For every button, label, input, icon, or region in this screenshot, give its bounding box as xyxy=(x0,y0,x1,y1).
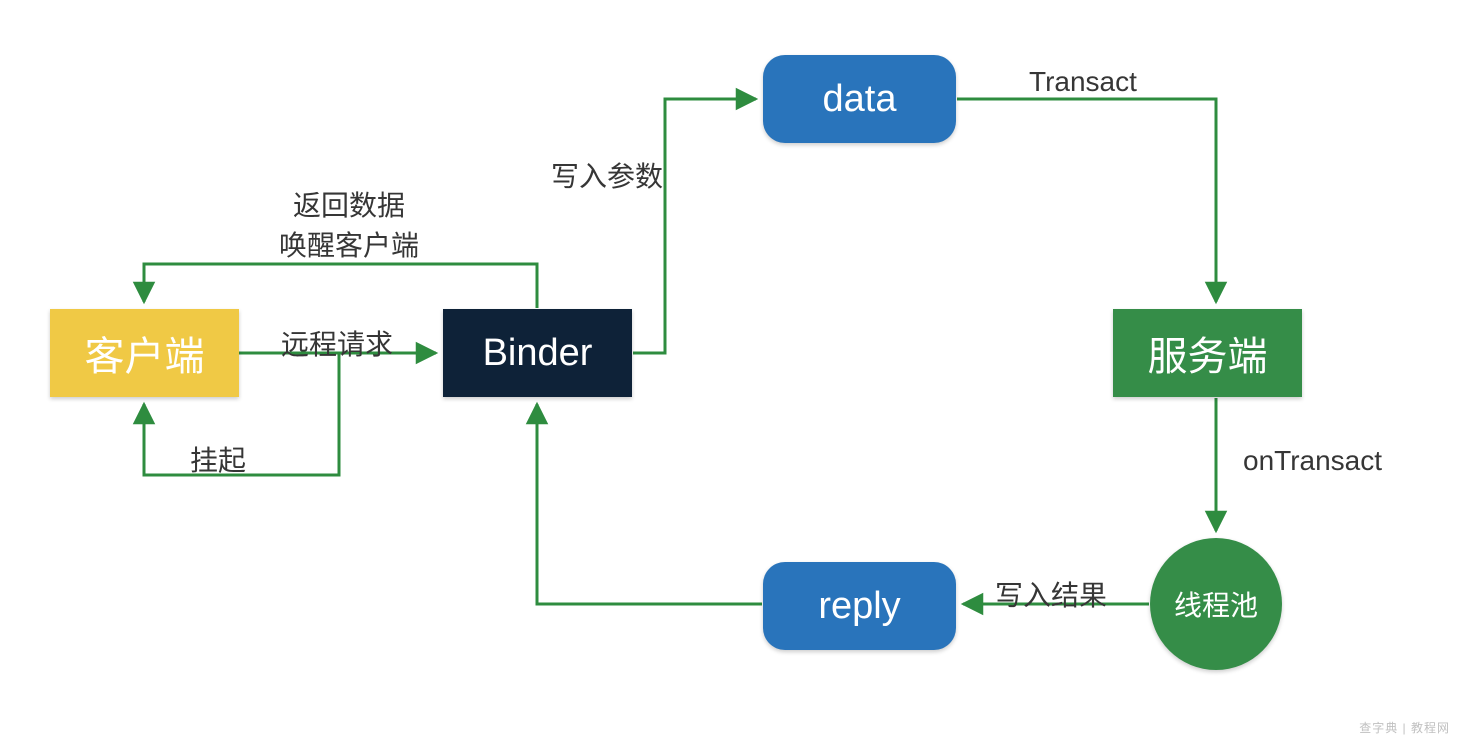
node-client: 客户端 xyxy=(50,309,239,397)
watermark: 查字典 | 教程网 xyxy=(1359,719,1450,736)
label-write-params: 写入参数 xyxy=(551,155,663,195)
arrow-write-params xyxy=(633,99,756,353)
node-reply: reply xyxy=(763,562,956,650)
node-threadpool: 线程池 xyxy=(1150,538,1282,670)
label-on-transact: onTransact xyxy=(1243,445,1382,477)
arrow-transact xyxy=(957,99,1216,302)
arrow-reply-to-binder xyxy=(537,404,762,604)
node-binder-label: Binder xyxy=(483,332,593,375)
node-data-label: data xyxy=(823,78,897,121)
label-return-data-line1: 返回数据 xyxy=(249,184,449,224)
node-server-label: 服务端 xyxy=(1148,324,1268,382)
node-client-label: 客户端 xyxy=(85,324,205,382)
node-server: 服务端 xyxy=(1113,309,1302,397)
label-return-data: 返回数据 唤醒客户端 xyxy=(249,184,449,264)
label-write-result: 写入结果 xyxy=(995,574,1107,614)
node-reply-label: reply xyxy=(818,585,900,628)
label-return-data-line2: 唤醒客户端 xyxy=(249,224,449,264)
arrow-return-data xyxy=(144,264,537,308)
node-binder: Binder xyxy=(443,309,632,397)
label-transact: Transact xyxy=(1029,66,1137,98)
node-data: data xyxy=(763,55,956,143)
label-remote-request: 远程请求 xyxy=(281,323,393,363)
label-suspend: 挂起 xyxy=(190,439,246,479)
node-threadpool-label: 线程池 xyxy=(1174,584,1258,624)
